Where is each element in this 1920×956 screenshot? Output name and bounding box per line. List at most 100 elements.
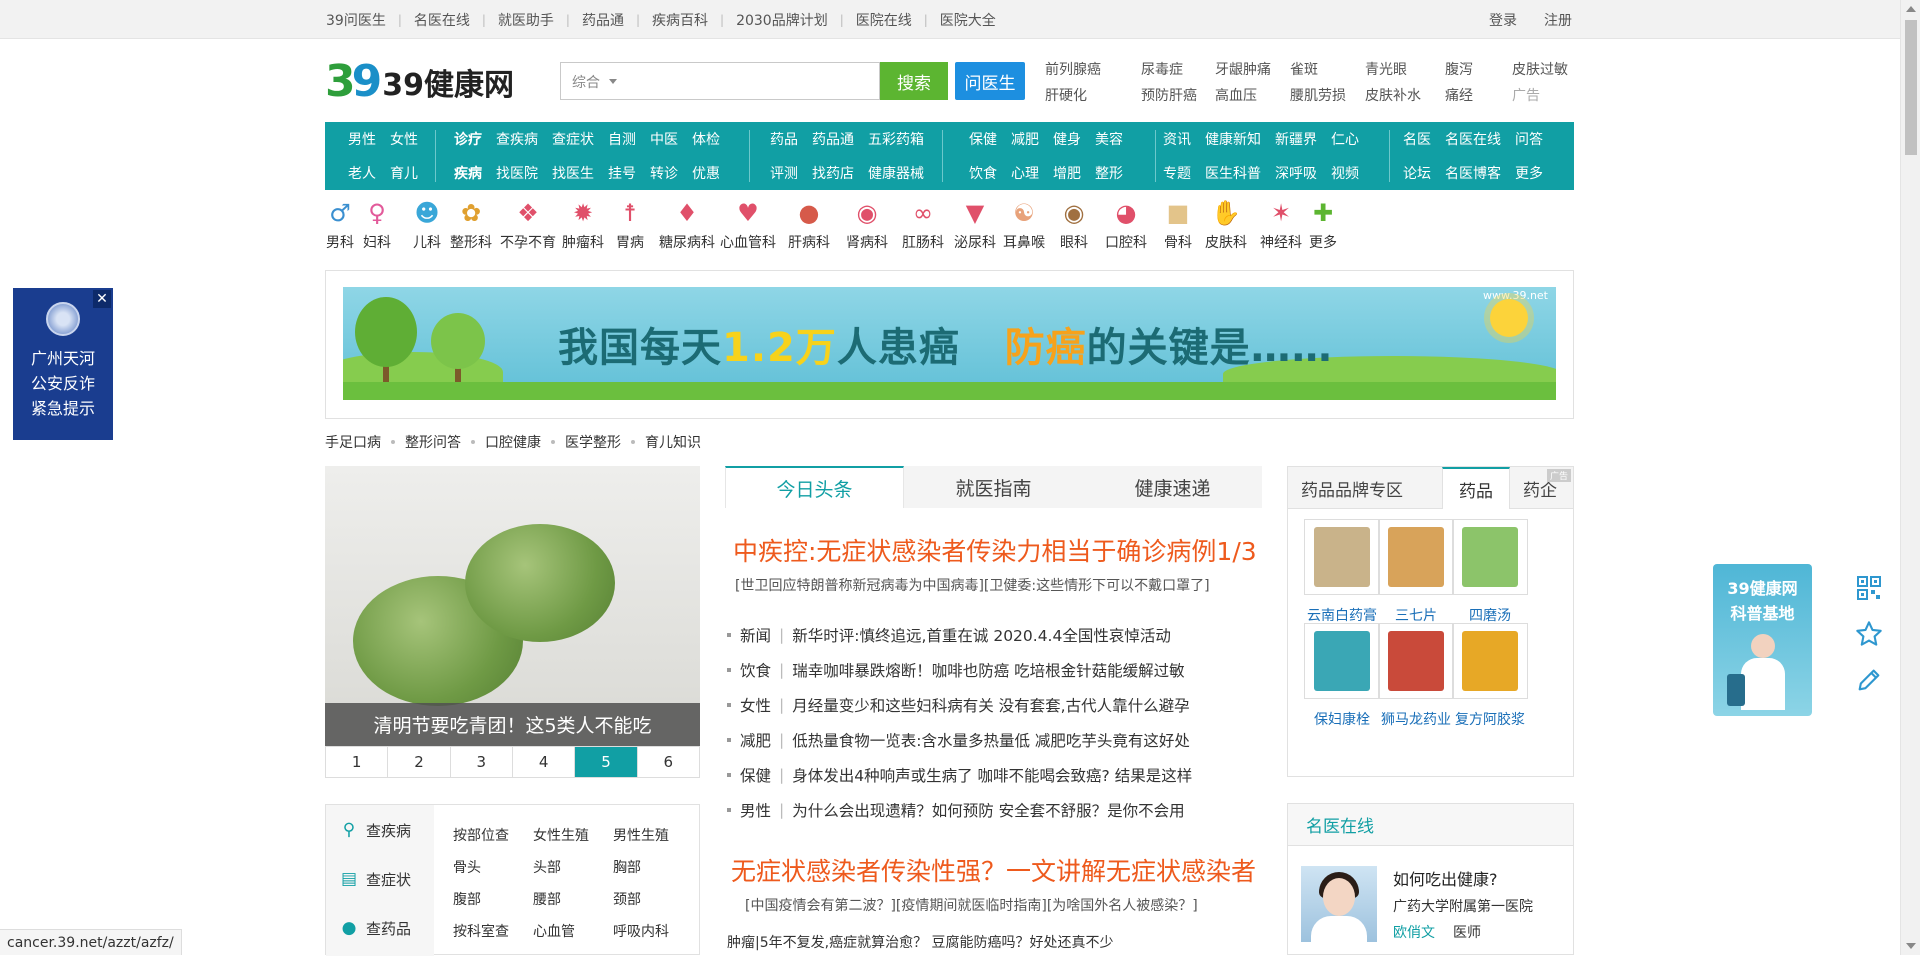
nav-link[interactable]: 女性: [390, 129, 418, 149]
news-category[interactable]: 减肥: [740, 729, 771, 751]
drug-product[interactable]: 保妇康栓: [1302, 623, 1382, 729]
top-link-39-ask-doctor[interactable]: 39问医生: [326, 10, 398, 30]
lookup-link[interactable]: 胸部: [613, 857, 693, 889]
nav-link[interactable]: 找药店: [812, 163, 854, 183]
news-category[interactable]: 肿瘤: [727, 935, 755, 951]
nav-link[interactable]: 专题: [1163, 163, 1191, 183]
nav-link[interactable]: 转诊: [650, 163, 678, 183]
featured-slide[interactable]: 清明节要吃青团！这5类人不能吃: [325, 466, 700, 746]
dept-ent[interactable]: ☯ 耳鼻喉: [1003, 196, 1045, 252]
nav-link[interactable]: 整形: [1095, 163, 1123, 183]
ask-doctor-button[interactable]: 问医生: [955, 62, 1025, 100]
favorite-star-icon[interactable]: [1849, 611, 1889, 657]
news-category[interactable]: 新闻: [740, 624, 771, 646]
lookup-link[interactable]: 男性生殖: [613, 825, 693, 857]
slide-page-button[interactable]: 2: [388, 747, 451, 777]
dept-plus[interactable]: ✚ 更多: [1308, 196, 1338, 252]
dept-male[interactable]: ♂ 男科: [325, 196, 355, 252]
login-link[interactable]: 登录: [1489, 10, 1517, 30]
news-category[interactable]: 保健: [740, 764, 771, 786]
nav-link[interactable]: 健康器械: [868, 163, 924, 183]
nav-link[interactable]: 论坛: [1403, 163, 1431, 183]
nav-link[interactable]: 评测: [770, 163, 798, 183]
news-title[interactable]: 新华时评:慎终追远,首重在诚 2020.4.4全国性哀悼活动: [792, 624, 1171, 646]
drug-image[interactable]: [1304, 623, 1380, 699]
nav-link[interactable]: 健身: [1053, 129, 1081, 149]
hot-keyword-link[interactable]: 痛经: [1445, 83, 1473, 109]
drug-product[interactable]: 复方阿胶浆: [1450, 623, 1530, 729]
nav-link[interactable]: 饮食: [969, 163, 997, 183]
slide-page-button[interactable]: 4: [513, 747, 576, 777]
dept-kidney[interactable]: ◉ 肾病科: [846, 196, 888, 252]
drug-name[interactable]: 狮马龙药业: [1376, 709, 1456, 729]
news-headline[interactable]: 中疾控:无症状感染者传染力相当于确诊病例1/3: [733, 532, 1257, 568]
news-title[interactable]: 低热量食物一览表:含水量多热量低 减肥吃芋头竟有这好处: [792, 729, 1190, 751]
lookup-link[interactable]: 心血管: [533, 921, 613, 953]
dept-eye[interactable]: ◉ 眼科: [1059, 196, 1089, 252]
nav-link[interactable]: 问答: [1515, 129, 1543, 149]
nav-link[interactable]: 名医博客: [1445, 163, 1501, 183]
lookup-link[interactable]: 女性生殖: [533, 825, 613, 857]
drug-image[interactable]: [1378, 623, 1454, 699]
doctor-question[interactable]: 如何吃出健康?: [1393, 866, 1498, 890]
dept-intestine[interactable]: ∞ 肛肠科: [902, 196, 944, 252]
drug-name[interactable]: 四磨汤: [1450, 605, 1530, 625]
nav-link[interactable]: 找医生: [552, 163, 594, 183]
hot-keyword-link[interactable]: 青光眼: [1365, 57, 1407, 83]
nav-link[interactable]: 美容: [1095, 129, 1123, 149]
lookup-disease[interactable]: ⚲ 查疾病: [338, 819, 411, 841]
tab-headlines[interactable]: 今日头条: [725, 466, 904, 508]
nav-link[interactable]: 育儿: [390, 163, 418, 183]
news-title[interactable]: 5年不复发,癌症就算治愈？ 豆腐能防癌吗？好处还真不少: [760, 935, 1114, 951]
search-category-select[interactable]: 综合: [572, 72, 600, 92]
drug-name[interactable]: 保妇康栓: [1302, 709, 1382, 729]
anti-cancer-banner[interactable]: 我国每天1.2万人患癌 防癌的关键是…… www.39.net: [343, 287, 1556, 400]
dept-mouth[interactable]: ◕ 口腔科: [1105, 196, 1147, 252]
nav-link[interactable]: 增肥: [1053, 163, 1081, 183]
page-scrollbar[interactable]: [1900, 0, 1920, 955]
nav-link[interactable]: 深呼吸: [1275, 163, 1317, 183]
nav-link[interactable]: 名医在线: [1445, 129, 1501, 149]
nav-link[interactable]: 新疆界: [1275, 129, 1317, 149]
tab-health-express[interactable]: 健康速递: [1083, 466, 1262, 508]
top-link-hospital-directory[interactable]: 医院大全: [928, 10, 1008, 30]
lookup-link[interactable]: 按科室查: [453, 921, 533, 953]
lookup-drug[interactable]: ● 查药品: [338, 917, 411, 939]
tab-drug-brand-zone[interactable]: 药品品牌专区: [1288, 467, 1442, 509]
dept-urology[interactable]: ▼ 泌尿科: [954, 196, 996, 252]
news-item[interactable]: 减肥 | 低热量食物一览表:含水量多热量低 减肥吃芋头竟有这好处: [727, 722, 1262, 757]
news-item[interactable]: 肿瘤|5年不复发,癌症就算治愈？ 豆腐能防癌吗？好处还真不少: [727, 932, 1262, 952]
nav-link[interactable]: 查症状: [552, 129, 594, 149]
hot-tag-link[interactable]: 育儿知识: [645, 432, 701, 452]
lookup-link[interactable]: 头部: [533, 857, 613, 889]
news-category[interactable]: 男性: [740, 799, 771, 821]
scroll-up-icon[interactable]: [1906, 6, 1916, 12]
doctor-avatar[interactable]: [1301, 866, 1377, 942]
hot-keyword-link[interactable]: 腰肌劳损: [1290, 83, 1346, 109]
hot-tag-link[interactable]: 医学整形: [565, 432, 621, 452]
lookup-link[interactable]: 骨头: [453, 857, 533, 889]
news-item[interactable]: 男性 | 为什么会出现遗精？如何预防 安全套不舒服？是你不会用: [727, 792, 1262, 827]
drug-name[interactable]: 复方阿胶浆: [1450, 709, 1530, 729]
nav-link[interactable]: 仁心: [1331, 129, 1359, 149]
drug-product[interactable]: 云南白药膏: [1302, 519, 1382, 625]
news-title[interactable]: 瑞幸咖啡暴跌熔断！咖啡也防癌 吃培根金针菇能缓解过敏: [792, 659, 1184, 681]
drug-product[interactable]: 三七片: [1376, 519, 1456, 625]
dept-skin[interactable]: ✋ 皮肤科: [1205, 196, 1247, 252]
hot-keyword-link[interactable]: 肝硬化: [1045, 83, 1087, 109]
doctor-name[interactable]: 欧俏文: [1393, 922, 1435, 942]
nav-link[interactable]: 诊疗: [454, 129, 482, 149]
hot-tag-link[interactable]: 手足口病: [325, 432, 381, 452]
news-item[interactable]: 新闻 | 新华时评:慎终追远,首重在诚 2020.4.4全国性哀悼活动: [727, 617, 1262, 652]
science-base-float[interactable]: 39健康网 科普基地: [1713, 564, 1812, 716]
dept-bone[interactable]: ■ 骨科: [1163, 196, 1193, 252]
hot-keyword-link[interactable]: 皮肤过敏: [1512, 57, 1568, 83]
hot-keyword-link[interactable]: 雀斑: [1290, 57, 1318, 83]
news-item[interactable]: 饮食 | 瑞幸咖啡暴跌熔断！咖啡也防癌 吃培根金针菇能缓解过敏: [727, 652, 1262, 687]
nav-link[interactable]: 中医: [650, 129, 678, 149]
news-subline-secondary[interactable]: [中国疫情会有第二波？][疫情期间就医临时指南][为啥国外名人被感染？]: [745, 895, 1198, 915]
slide-page-button[interactable]: 3: [451, 747, 513, 777]
dept-diabetes[interactable]: ♦ 糖尿病科: [659, 196, 715, 252]
drug-product[interactable]: 狮马龙药业: [1376, 623, 1456, 729]
slide-page-button[interactable]: 5: [575, 747, 638, 777]
